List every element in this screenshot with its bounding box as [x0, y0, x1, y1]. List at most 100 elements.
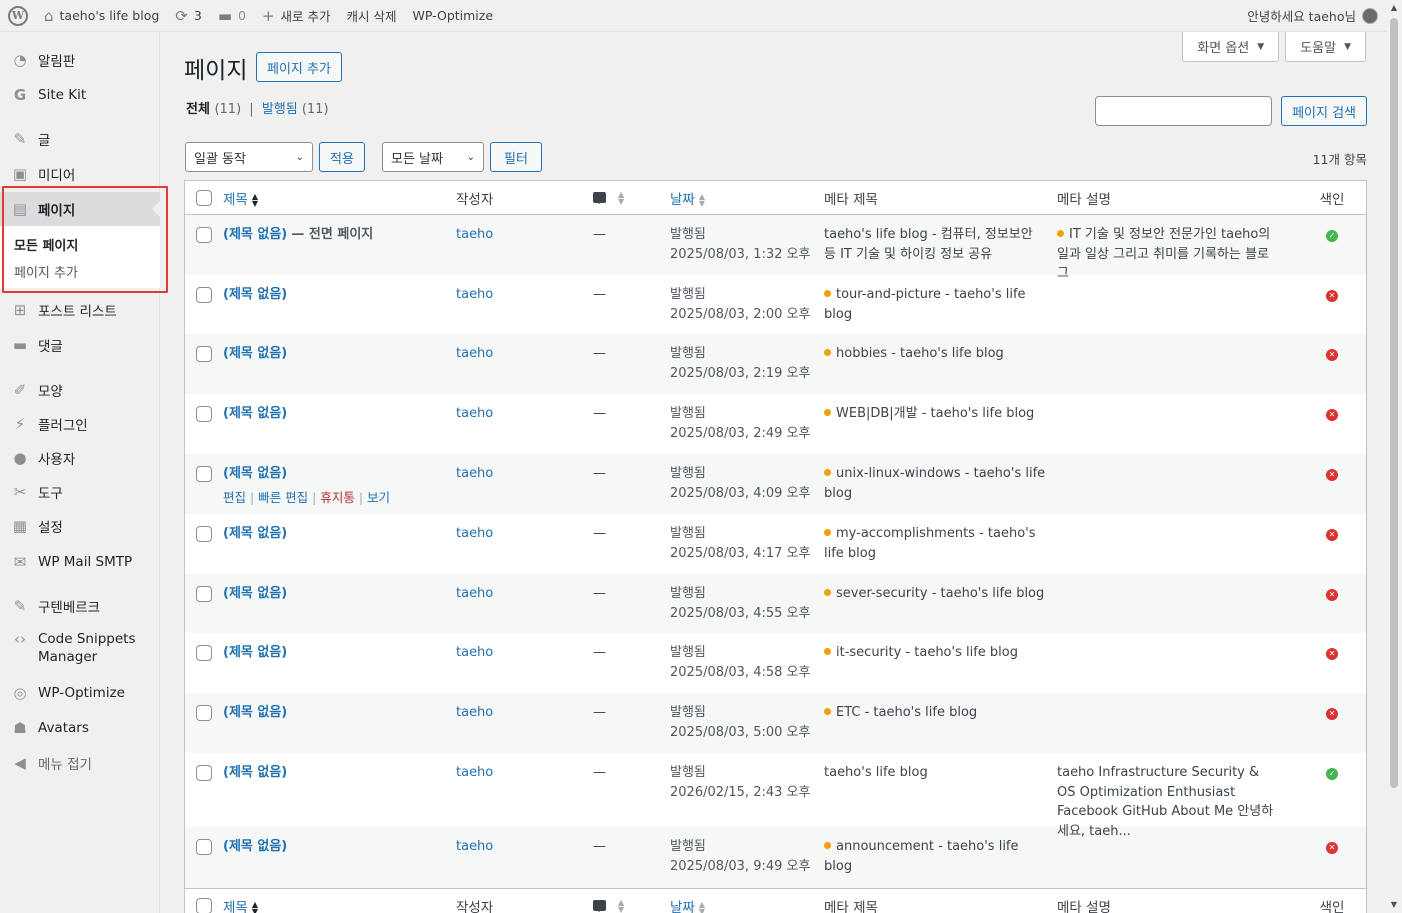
- menu-dashboard[interactable]: ◔ 알림판: [0, 49, 160, 71]
- scroll-up-icon[interactable]: ▲: [1386, 0, 1402, 16]
- page-scrollbar[interactable]: ▲ ▼: [1386, 0, 1402, 913]
- author-link[interactable]: taeho: [456, 586, 493, 601]
- menu-tools[interactable]: ✂ 도구: [0, 481, 160, 503]
- new-content-menu[interactable]: + 새로 추가: [254, 0, 339, 32]
- row-checkbox[interactable]: [196, 839, 212, 855]
- screen-options-button[interactable]: 화면 옵션 ▼: [1182, 32, 1280, 62]
- trash-link[interactable]: 휴지통: [320, 490, 355, 505]
- site-name-menu[interactable]: ⌂ taeho's life blog: [36, 0, 167, 32]
- menu-collapse[interactable]: ◀ 메뉴 접기: [0, 752, 160, 774]
- column-comments-footer[interactable]: ▲ ▼: [593, 898, 670, 913]
- submenu-add-page[interactable]: 페이지 추가: [0, 263, 160, 285]
- bulk-action-select[interactable]: 일괄 동작 ⌄: [185, 142, 313, 172]
- page-title-link[interactable]: (제목 없음): [223, 765, 287, 780]
- filter-button[interactable]: 필터: [490, 142, 542, 172]
- page-title-link[interactable]: (제목 없음): [223, 406, 287, 421]
- date-cell: 발행됨 2025/08/03, 2:00 오후: [670, 285, 824, 324]
- updates-menu[interactable]: ⟳ 3: [167, 0, 210, 32]
- page-title-link[interactable]: (제목 없음): [223, 526, 287, 541]
- menu-appearance[interactable]: ✐ 모양: [0, 379, 160, 401]
- search-pages-button[interactable]: 페이지 검색: [1281, 96, 1367, 126]
- row-checkbox[interactable]: [196, 287, 212, 303]
- add-new-page-button[interactable]: 페이지 추가: [256, 52, 342, 82]
- index-cell: ✕: [1302, 404, 1362, 424]
- author-link[interactable]: taeho: [456, 227, 493, 242]
- menu-site-kit[interactable]: G Site Kit: [0, 84, 160, 106]
- menu-post-list[interactable]: ⊞ 포스트 리스트: [0, 299, 160, 321]
- wp-optimize-label: WP-Optimize: [412, 8, 494, 23]
- date-status: 발행됨: [670, 586, 706, 601]
- menu-users[interactable]: ● 사용자: [0, 447, 160, 469]
- author-cell: taeho: [456, 584, 593, 604]
- author-link[interactable]: taeho: [456, 346, 493, 361]
- page-title-link[interactable]: (제목 없음): [223, 227, 287, 242]
- edit-link[interactable]: 편집: [223, 490, 246, 505]
- page-title-link[interactable]: (제목 없음): [223, 346, 287, 361]
- author-link[interactable]: taeho: [456, 705, 493, 720]
- menu-wp-optimize[interactable]: ◎ WP-Optimize: [0, 682, 160, 704]
- menu-gutenberg[interactable]: ✎ 구텐베르크: [0, 595, 160, 617]
- date-filter-select[interactable]: 모든 날짜 ⌄: [382, 142, 484, 172]
- author-link[interactable]: taeho: [456, 526, 493, 541]
- menu-settings[interactable]: ▦ 설정: [0, 515, 160, 537]
- help-button[interactable]: 도움말 ▼: [1285, 32, 1366, 62]
- row-checkbox[interactable]: [196, 765, 212, 781]
- page-title-link[interactable]: (제목 없음): [223, 705, 287, 720]
- author-link[interactable]: taeho: [456, 406, 493, 421]
- column-date-footer[interactable]: 날짜 ▲ ▼: [670, 896, 824, 913]
- menu-plugins[interactable]: ⚡ 플러그인: [0, 413, 160, 435]
- view-link[interactable]: 보기: [367, 490, 390, 505]
- meta-title-cell: ETC - taeho's life blog: [824, 703, 1057, 723]
- search-input[interactable]: [1095, 96, 1273, 126]
- row-checkbox[interactable]: [196, 526, 212, 542]
- row-checkbox[interactable]: [196, 466, 212, 482]
- apply-button[interactable]: 적용: [319, 142, 365, 172]
- row-checkbox[interactable]: [196, 586, 212, 602]
- scroll-down-icon[interactable]: ▼: [1386, 897, 1402, 913]
- author-link[interactable]: taeho: [456, 839, 493, 854]
- row-checkbox[interactable]: [196, 346, 212, 362]
- page-title-link[interactable]: (제목 없음): [223, 466, 287, 481]
- scrollbar-thumb[interactable]: [1390, 18, 1398, 788]
- author-link[interactable]: taeho: [456, 765, 493, 780]
- clear-cache-menu[interactable]: 캐시 삭제: [339, 0, 405, 32]
- date-time: 2025/08/03, 2:49 오후: [670, 425, 811, 441]
- row-cb-cell: [185, 524, 223, 542]
- wp-logo-menu[interactable]: W: [0, 0, 36, 32]
- submenu-all-pages[interactable]: 모든 페이지: [0, 236, 160, 258]
- wp-optimize-menu[interactable]: WP-Optimize: [405, 0, 502, 32]
- column-date-header[interactable]: 날짜 ▲ ▼: [670, 188, 824, 208]
- menu-comments[interactable]: ▬ 댓글: [0, 334, 160, 356]
- menu-avatars[interactable]: ☗ Avatars: [0, 717, 160, 739]
- view-all[interactable]: 전체 (11): [186, 102, 241, 117]
- view-all-label: 전체: [186, 102, 210, 117]
- menu-label: Manager: [38, 649, 98, 665]
- row-checkbox[interactable]: [196, 406, 212, 422]
- row-checkbox[interactable]: [196, 705, 212, 721]
- select-all-checkbox-footer[interactable]: [196, 897, 212, 913]
- quick-edit-link[interactable]: 빠른 편집: [258, 490, 308, 505]
- row-checkbox[interactable]: [196, 645, 212, 661]
- page-title-link[interactable]: (제목 없음): [223, 839, 287, 854]
- select-all-checkbox[interactable]: [196, 189, 212, 206]
- not-indexed-x-icon: ✕: [1326, 469, 1338, 481]
- column-comments-header[interactable]: ▲ ▼: [593, 190, 670, 206]
- view-published[interactable]: 발행됨 (11): [262, 102, 329, 117]
- author-link[interactable]: taeho: [456, 466, 493, 481]
- column-title-header[interactable]: 제목 ▲ ▼: [223, 188, 456, 208]
- menu-media[interactable]: ▣ 미디어: [0, 163, 160, 185]
- author-link[interactable]: taeho: [456, 645, 493, 660]
- menu-pages[interactable]: ▤ 페이지: [0, 192, 160, 226]
- menu-code-snippets[interactable]: ‹› Code Snippets Manager: [0, 630, 160, 670]
- column-title-footer[interactable]: 제목 ▲ ▼: [223, 896, 456, 913]
- comments-menu[interactable]: ▬ 0: [210, 0, 254, 32]
- page-title-link[interactable]: (제목 없음): [223, 586, 287, 601]
- menu-wp-mail-smtp[interactable]: ✉ WP Mail SMTP: [0, 551, 160, 573]
- my-account-menu[interactable]: 안녕하세요 taeho님: [1239, 0, 1386, 32]
- page-title-link[interactable]: (제목 없음): [223, 645, 287, 660]
- menu-posts[interactable]: ✎ 글: [0, 128, 160, 150]
- author-link[interactable]: taeho: [456, 287, 493, 302]
- meta-title-text: announcement - taeho's life blog: [824, 839, 1019, 874]
- page-title-link[interactable]: (제목 없음): [223, 287, 287, 302]
- row-checkbox[interactable]: [196, 227, 212, 243]
